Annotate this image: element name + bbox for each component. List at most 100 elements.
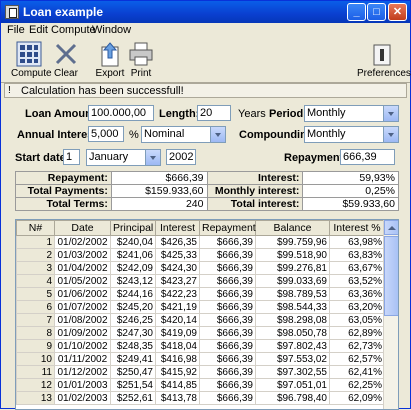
schedule-table-container[interactable]: N# Date Principal Interest Repayment Bal… (15, 219, 399, 410)
table-cell: $98.298,08 (255, 313, 330, 327)
repayment-label: Repayment: (284, 152, 347, 164)
compounding-value: Monthly (307, 128, 346, 140)
table-cell: 62,73% (329, 339, 385, 353)
start-day-field[interactable]: 1 (63, 149, 80, 165)
table-row[interactable]: 7 01/08/2002 $246,25 $420,14 $666,39 $98.298,… (16, 313, 385, 327)
loan-amount-field[interactable]: 100.000,00 (88, 105, 154, 121)
table-cell: $242,09 (110, 261, 156, 275)
table-cell: 01/04/2002 (54, 261, 111, 275)
col-header-principal[interactable]: Principal (110, 220, 156, 236)
table-cell: 2 (16, 248, 55, 262)
print-button[interactable]: Print (128, 41, 154, 79)
compounding-select[interactable]: Monthly (304, 126, 399, 143)
table-cell: 01/07/2002 (54, 300, 111, 314)
col-header-interest-percent[interactable]: Interest % (329, 220, 385, 236)
col-header-repayment[interactable]: Repayment (199, 220, 256, 236)
start-month-select[interactable]: January (86, 149, 161, 166)
status-bar: ! Calculation has been successfull! (4, 83, 407, 98)
table-cell: 13 (16, 391, 55, 405)
table-row[interactable]: 5 01/06/2002 $244,16 $422,23 $666,39 $98.789,… (16, 287, 385, 301)
summary-key: Total interest: (206, 197, 304, 211)
table-cell: $422,23 (155, 287, 200, 301)
table-cell: $250,47 (110, 365, 156, 379)
table-cell: 01/11/2002 (54, 352, 111, 366)
table-row[interactable]: 4 01/05/2002 $243,12 $423,27 $666,39 $99.033,… (16, 274, 385, 288)
table-cell: $413,78 (155, 391, 200, 405)
compute-button[interactable]: Compute (11, 41, 52, 79)
chevron-down-icon[interactable] (383, 127, 398, 142)
table-cell: $666,39 (199, 378, 256, 392)
table-cell: $98.050,78 (255, 326, 330, 340)
table-cell: 63,83% (329, 248, 385, 262)
preferences-button[interactable]: Preferences (357, 41, 411, 79)
percent-unit: % (129, 129, 139, 141)
clear-button[interactable]: Clear (51, 41, 81, 79)
table-row[interactable]: 13 01/02/2003 $252,61 $413,78 $666,39 $96.798… (16, 391, 385, 405)
table-row[interactable]: 8 01/09/2002 $247,30 $419,09 $666,39 $98.050,… (16, 326, 385, 340)
window-title: Loan example (23, 5, 104, 19)
table-cell: $666,39 (199, 300, 256, 314)
chevron-down-icon[interactable] (145, 150, 160, 165)
clear-x-icon (55, 43, 77, 65)
chevron-down-icon[interactable] (210, 127, 225, 142)
schedule-scrollbar[interactable] (383, 220, 398, 409)
start-year-field[interactable]: 2002 (166, 149, 196, 165)
menu-edit[interactable]: Edit (29, 24, 48, 36)
table-cell: 6 (16, 300, 55, 314)
interest-type-select[interactable]: Nominal (141, 126, 226, 143)
annual-interest-field[interactable]: 5,000 (88, 126, 124, 142)
table-row[interactable]: 1 01/02/2002 $240,04 $426,35 $666,39 $99.759,… (16, 235, 385, 249)
table-cell: $420,14 (155, 313, 200, 327)
table-cell: $424,30 (155, 261, 200, 275)
close-button[interactable]: ✕ (388, 3, 407, 21)
printer-icon (129, 42, 153, 66)
table-row[interactable]: 10 01/11/2002 $249,41 $416,98 $666,39 $97.553… (16, 352, 385, 366)
repayment-field[interactable]: 666,39 (340, 149, 395, 165)
table-cell: 01/10/2002 (54, 339, 111, 353)
table-cell: $99.033,69 (255, 274, 330, 288)
table-row[interactable]: 2 01/03/2002 $241,06 $425,33 $666,39 $99.518,… (16, 248, 385, 262)
menu-compute[interactable]: Compute (51, 24, 96, 36)
summary-key: Monthly interest: (206, 184, 304, 198)
menu-file[interactable]: File (7, 24, 25, 36)
col-header-balance[interactable]: Balance (255, 220, 330, 236)
menu-window[interactable]: Window (92, 24, 131, 36)
table-row[interactable]: 11 01/12/2002 $250,47 $415,92 $666,39 $97.302… (16, 365, 385, 379)
title-bar[interactable]: Loan example _ □ ✕ (1, 1, 410, 23)
grid-calculator-icon (16, 41, 42, 67)
table-cell: $243,12 (110, 274, 156, 288)
minimize-button[interactable]: _ (347, 3, 366, 21)
period-select[interactable]: Monthly (304, 105, 399, 122)
table-row[interactable]: 6 01/07/2002 $245,20 $421,19 $666,39 $98.544,… (16, 300, 385, 314)
table-cell: $247,30 (110, 326, 156, 340)
summary-table: Repayment: $666,39 Interest: 59,93% Tota… (15, 171, 399, 211)
maximize-button[interactable]: □ (367, 3, 386, 21)
table-cell: $245,20 (110, 300, 156, 314)
table-row[interactable]: 9 01/10/2002 $248,35 $418,04 $666,39 $97.802,… (16, 339, 385, 353)
table-row[interactable]: 3 01/04/2002 $242,09 $424,30 $666,39 $99.276,… (16, 261, 385, 275)
status-message: Calculation has been successfull! (21, 85, 184, 97)
table-cell: $251,54 (110, 378, 156, 392)
table-cell: 63,05% (329, 313, 385, 327)
table-cell: $416,98 (155, 352, 200, 366)
table-row[interactable]: 12 01/01/2003 $251,54 $414,85 $666,39 $97.051… (16, 378, 385, 392)
col-header-date[interactable]: Date (54, 220, 111, 236)
export-button[interactable]: Export (95, 41, 125, 79)
scroll-thumb[interactable] (384, 236, 398, 316)
chevron-down-icon[interactable] (383, 106, 398, 121)
table-cell: 01/03/2002 (54, 248, 111, 262)
length-field[interactable]: 20 (197, 105, 231, 121)
table-cell: 63,20% (329, 300, 385, 314)
col-header-number[interactable]: N# (16, 220, 55, 236)
scroll-up-icon[interactable] (384, 220, 398, 235)
app-icon[interactable] (5, 5, 19, 19)
summary-value: 0,25% (302, 184, 399, 198)
col-header-interest[interactable]: Interest (155, 220, 200, 236)
table-cell: 12 (16, 378, 55, 392)
table-cell: 62,41% (329, 365, 385, 379)
table-cell: $666,39 (199, 261, 256, 275)
print-label: Print (130, 68, 152, 79)
table-cell: 10 (16, 352, 55, 366)
length-unit: Years (238, 108, 266, 120)
table-cell: 01/01/2003 (54, 378, 111, 392)
